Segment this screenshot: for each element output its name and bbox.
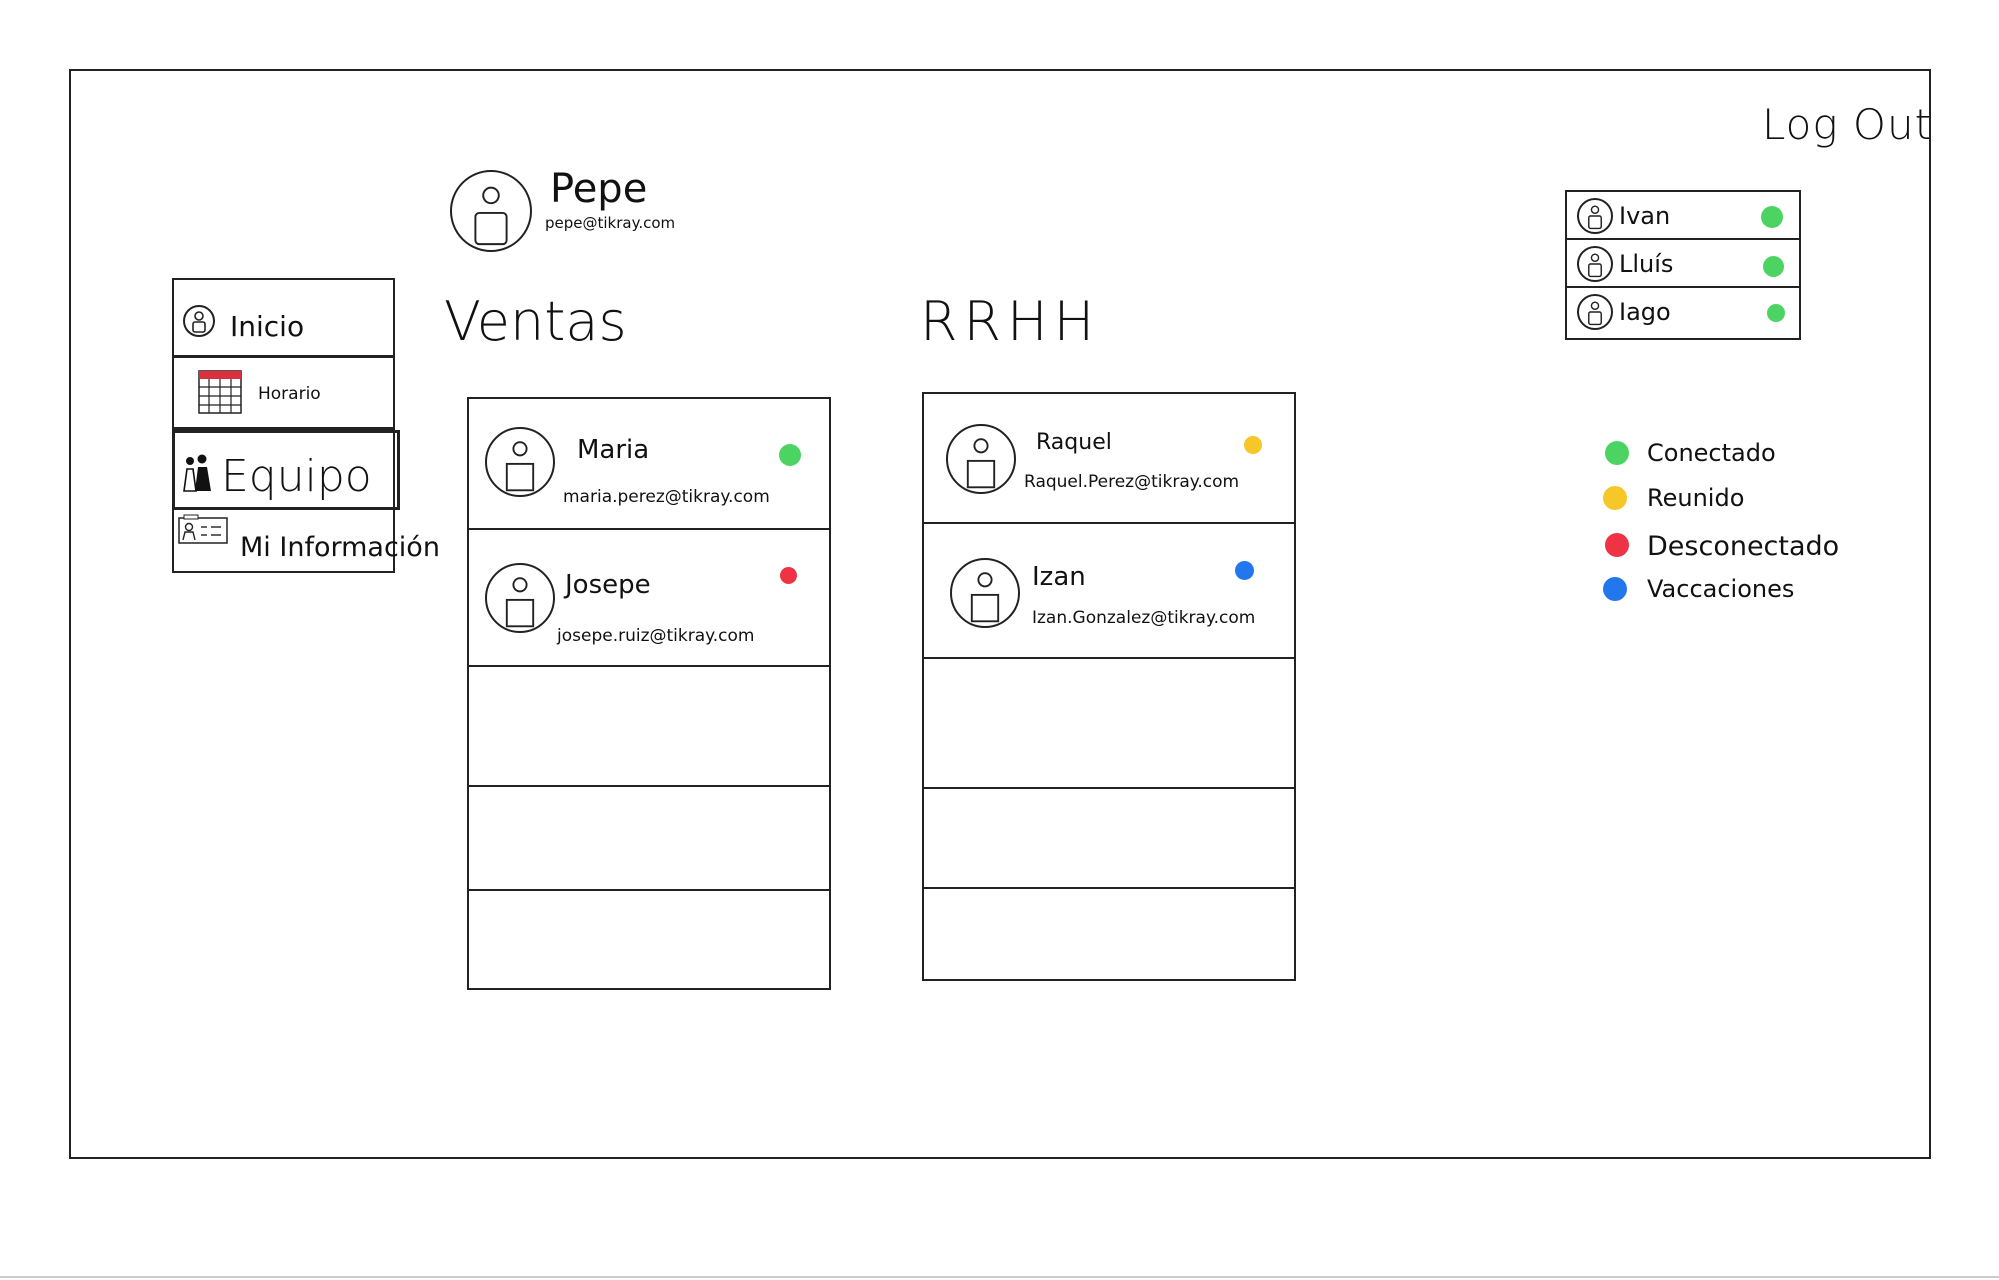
member-name: Josepe	[565, 570, 651, 600]
sidebar-item-mi-informacion[interactable]: Mi Información	[174, 510, 440, 573]
calendar-icon	[198, 370, 242, 414]
team-icon	[183, 454, 211, 492]
user-avatar-icon	[474, 186, 508, 246]
sidebar-item-equipo[interactable]: Equipo	[172, 430, 400, 510]
sidebar: Inicio Horario Equipo Mi Información	[172, 278, 440, 573]
empty-row	[469, 787, 829, 891]
member-avatar	[946, 424, 1016, 494]
member-row[interactable]: Josepe josepe.ruiz@tikray.com	[469, 530, 829, 667]
status-indicator-connected	[1767, 304, 1785, 322]
legend-label: Conectado	[1647, 439, 1776, 467]
legend-label: Vaccaciones	[1647, 575, 1795, 603]
member-email: maria.perez@tikray.com	[563, 487, 770, 507]
user-avatar-icon	[1588, 205, 1602, 230]
member-name: Raquel	[1036, 430, 1112, 455]
online-user-avatar	[1577, 294, 1613, 330]
status-indicator-connected	[779, 444, 801, 466]
empty-row	[469, 891, 829, 990]
online-user-row[interactable]: Ivan	[1567, 192, 1799, 240]
online-user-name: Lluís	[1619, 250, 1674, 278]
department-list-ventas: Maria maria.perez@tikray.com Josepe jose…	[467, 397, 831, 990]
empty-row	[924, 789, 1294, 889]
legend-label: Desconectado	[1647, 531, 1840, 562]
empty-row	[924, 889, 1294, 981]
user-email: pepe@tikray.com	[545, 214, 676, 232]
user-avatar-icon	[970, 572, 1000, 623]
legend-dot	[1603, 486, 1627, 510]
legend-label: Reunido	[1647, 484, 1745, 512]
member-name: Izan	[1032, 562, 1086, 592]
member-avatar	[485, 427, 555, 497]
department-title-rrhh: RRHH	[920, 290, 1101, 353]
member-avatar	[485, 563, 555, 633]
department-list-rrhh: Raquel Raquel.Perez@tikray.com Izan Izan…	[922, 392, 1296, 981]
online-users-panel: Ivan Lluís Iago	[1565, 190, 1801, 340]
legend-dot	[1605, 533, 1629, 557]
user-icon	[183, 305, 215, 337]
member-row[interactable]: Maria maria.perez@tikray.com	[469, 399, 829, 530]
member-email: josepe.ruiz@tikray.com	[557, 626, 755, 646]
member-row[interactable]: Raquel Raquel.Perez@tikray.com	[924, 394, 1294, 524]
sidebar-item-label: Inicio	[230, 310, 305, 343]
online-user-row[interactable]: Iago	[1567, 288, 1799, 336]
online-user-row[interactable]: Lluís	[1567, 240, 1799, 288]
user-avatar-icon	[505, 577, 535, 628]
online-user-avatar	[1577, 198, 1613, 234]
status-indicator-vacation	[1235, 561, 1254, 580]
user-avatar	[450, 170, 532, 252]
member-email: Raquel.Perez@tikray.com	[1024, 472, 1240, 492]
logout-button[interactable]: Log Out	[1762, 100, 1932, 149]
member-avatar	[950, 558, 1020, 628]
department-title-ventas: Ventas	[444, 290, 627, 353]
id-card-icon	[178, 514, 228, 544]
user-avatar-icon	[1588, 301, 1602, 326]
status-indicator-connected	[1763, 256, 1784, 277]
status-indicator-disconnected	[780, 567, 797, 584]
sidebar-item-label: Mi Información	[240, 532, 440, 563]
user-avatar-icon	[505, 441, 535, 492]
sidebar-item-inicio[interactable]: Inicio	[174, 280, 393, 358]
legend-dot	[1605, 441, 1629, 465]
sidebar-item-horario[interactable]: Horario	[174, 358, 393, 430]
empty-row	[924, 659, 1294, 789]
member-row[interactable]: Izan Izan.Gonzalez@tikray.com	[924, 524, 1294, 659]
bottom-divider	[0, 1276, 1999, 1278]
empty-row	[469, 667, 829, 787]
online-user-name: Ivan	[1619, 202, 1671, 230]
user-name: Pepe	[550, 166, 648, 212]
user-avatar-icon	[966, 438, 996, 489]
sidebar-item-label: Equipo	[221, 451, 372, 502]
status-indicator-in-meeting	[1244, 436, 1262, 454]
member-name: Maria	[577, 435, 650, 465]
online-user-name: Iago	[1619, 298, 1671, 326]
member-email: Izan.Gonzalez@tikray.com	[1032, 608, 1256, 628]
user-avatar-icon	[1588, 253, 1602, 278]
status-indicator-connected	[1761, 206, 1783, 228]
online-user-avatar	[1577, 246, 1613, 282]
legend-dot	[1603, 577, 1627, 601]
sidebar-item-label: Horario	[258, 384, 321, 404]
